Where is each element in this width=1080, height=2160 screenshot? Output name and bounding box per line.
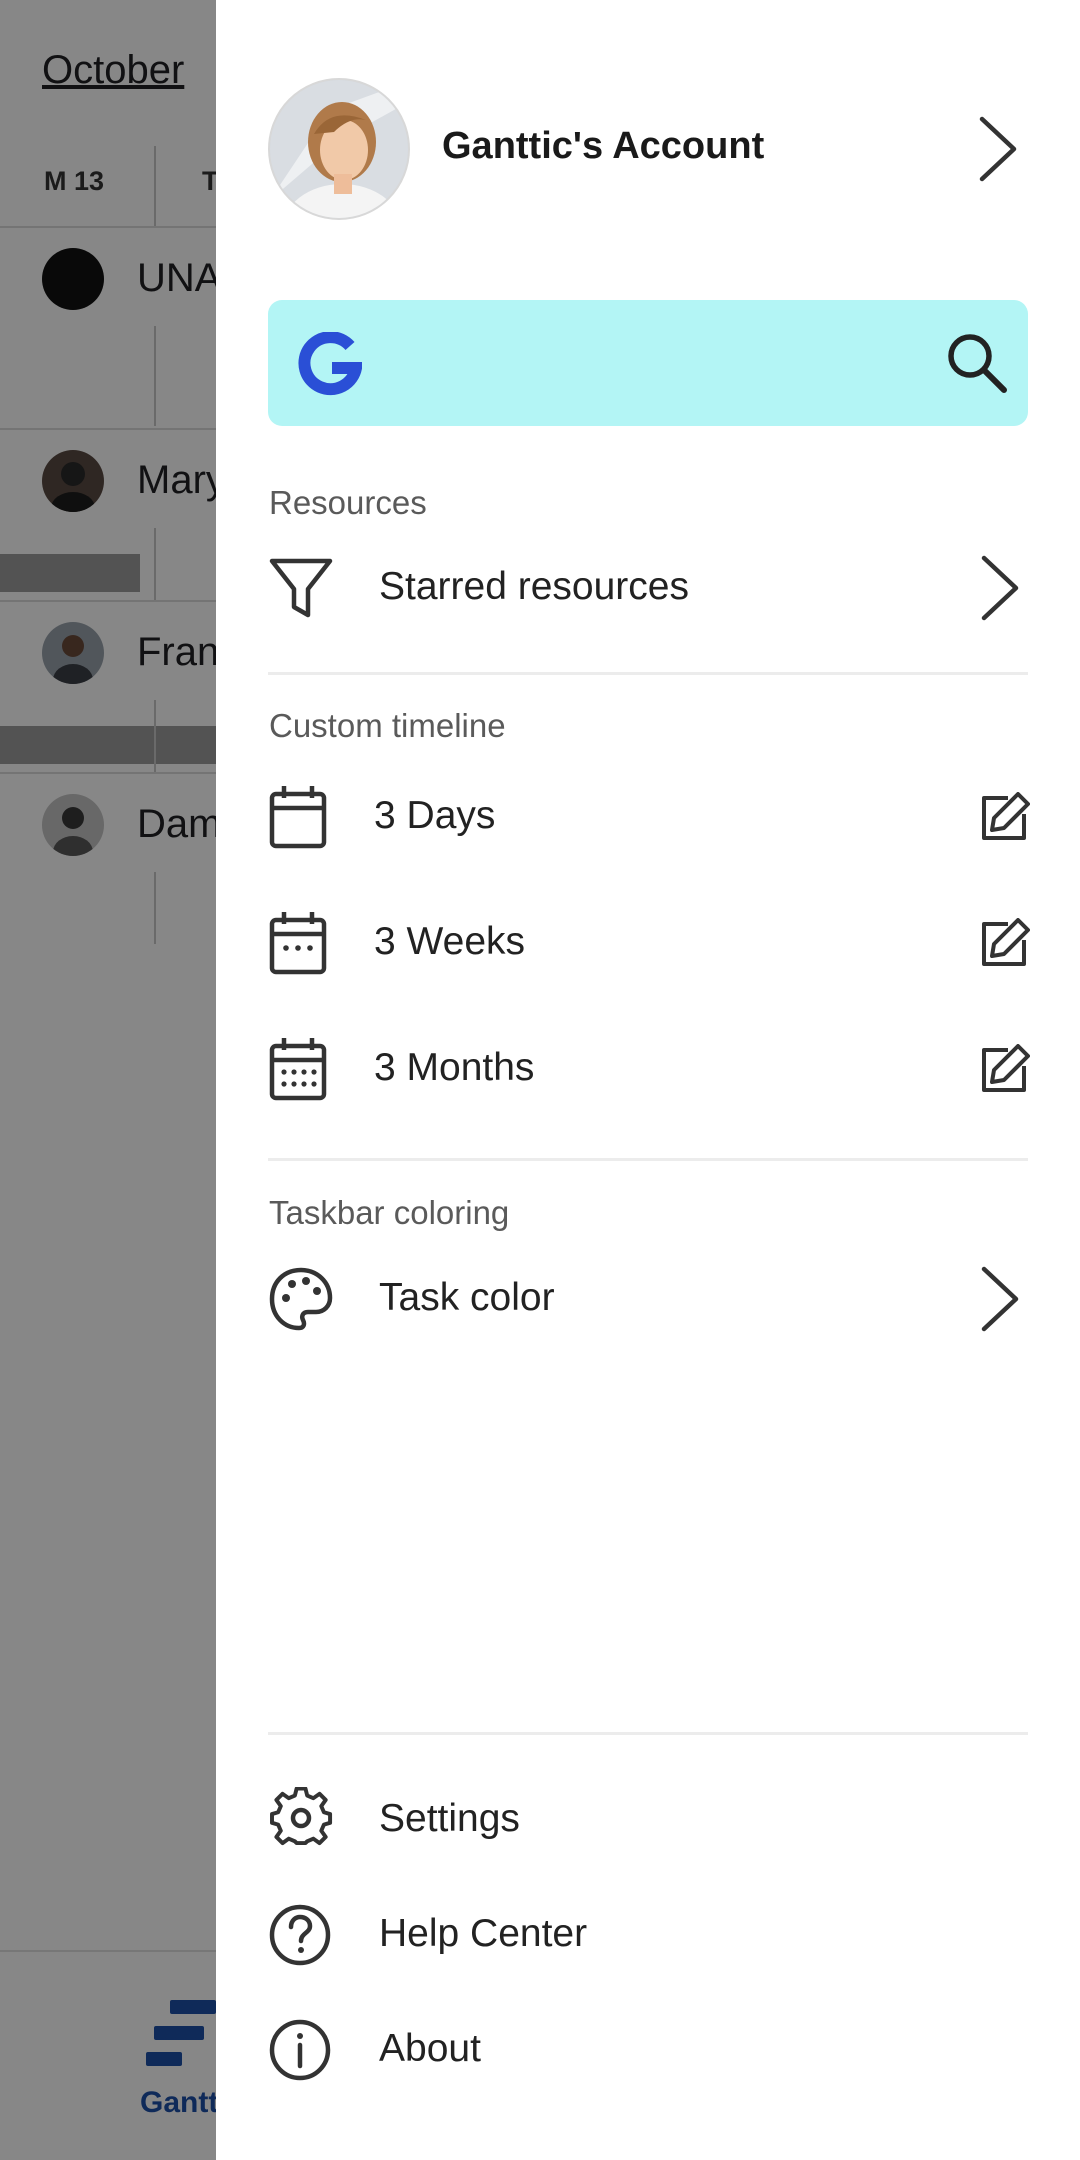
task-color-item[interactable]: Task color [268,1254,1028,1344]
item-label: Starred resources [379,565,689,608]
help-circle-icon [269,1904,331,1966]
timeline-item-3-weeks[interactable]: 3 Weeks [268,898,1030,988]
timeline-item-3-months[interactable]: 3 Months [268,1024,1030,1114]
navigation-drawer: Ganttic's Account Resources Starred reso… [216,0,1080,2160]
settings-item[interactable]: Settings [268,1775,1028,1865]
timeline-item-3-days[interactable]: 3 Days [268,772,1030,862]
item-label: Settings [379,1797,520,1840]
calendar-month-icon [269,1038,327,1101]
search-bar[interactable] [268,300,1028,426]
chevron-right-icon [979,116,1017,182]
chevron-right-icon [981,555,1019,621]
item-label: 3 Months [374,1046,535,1089]
info-circle-icon [269,2019,331,2081]
item-label: Help Center [379,1912,588,1955]
divider [268,672,1028,675]
filter-icon [269,558,333,618]
item-label: 3 Weeks [374,920,526,963]
section-label-taskbar-coloring: Taskbar coloring [269,1194,510,1231]
section-label-resources: Resources [269,484,427,521]
item-label: 3 Days [374,794,496,837]
edit-icon[interactable] [978,792,1030,844]
account-row[interactable]: Ganttic's Account [268,78,1024,220]
g-logo-icon [298,332,362,396]
chevron-right-icon [981,1266,1019,1332]
calendar-blank-icon [269,786,327,849]
item-label: Task color [379,1276,555,1319]
edit-icon[interactable] [978,918,1030,970]
avatar [268,78,410,220]
edit-icon[interactable] [978,1044,1030,1096]
gear-icon [270,1787,333,1846]
divider [268,1732,1028,1735]
help-center-item[interactable]: Help Center [268,1890,1028,1980]
palette-icon [269,1267,333,1331]
divider [268,1158,1028,1161]
about-item[interactable]: About [268,2005,1028,2095]
account-name: Ganttic's Account [442,125,765,167]
calendar-week-icon [269,912,327,975]
starred-resources-item[interactable]: Starred resources [268,543,1028,633]
item-label: About [379,2027,481,2070]
section-label-custom-timeline: Custom timeline [269,707,506,744]
search-icon[interactable] [942,328,1012,398]
